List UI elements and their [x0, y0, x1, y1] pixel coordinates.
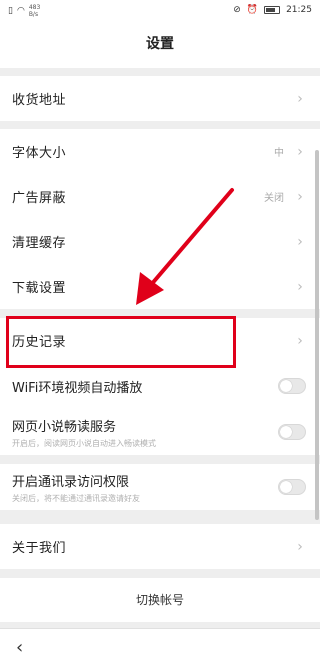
chevron-right-icon: ›: [297, 143, 303, 160]
chevron-right-icon: ›: [297, 332, 303, 349]
row-label: WiFi环境视频自动播放: [12, 380, 143, 396]
network-rate: 483: [28, 4, 41, 11]
row-about-us[interactable]: 关于我们 ›: [0, 524, 320, 569]
row-download-settings[interactable]: 下载设置 ›: [0, 264, 320, 309]
clock: 21:25: [286, 5, 312, 15]
row-font-size[interactable]: 字体大小 中 ›: [0, 129, 320, 174]
chevron-right-icon: ›: [297, 90, 303, 107]
settings-group-about: 关于我们 ›: [0, 524, 320, 569]
row-label: 开启通讯录访问权限: [12, 474, 130, 490]
settings-group-main: 字体大小 中 › 广告屏蔽 关闭 › 清理缓存 › 下载设置 ›: [0, 129, 320, 309]
row-clear-cache[interactable]: 清理缓存 ›: [0, 219, 320, 264]
sim-icon: ▯: [8, 6, 13, 16]
annotation-highlight-box: [6, 316, 236, 368]
row-label: 网页小说畅读服务: [12, 419, 117, 435]
scrollbar[interactable]: [315, 150, 319, 520]
row-novel-reading: 网页小说畅读服务 开启后，阅读网页小说自动进入畅读模式: [0, 409, 320, 455]
settings-group-address: 收货地址 ›: [0, 76, 320, 121]
chevron-right-icon: ›: [297, 233, 303, 250]
row-ad-block[interactable]: 广告屏蔽 关闭 ›: [0, 174, 320, 219]
row-label: 清理缓存: [12, 236, 67, 251]
page-title: 设置: [0, 24, 320, 68]
navigation-bar: ‹: [0, 628, 320, 665]
row-value: 中: [274, 148, 284, 159]
row-contacts-permission: 开启通讯录访问权限 关闭后，将不能通过通讯录邀请好友: [0, 464, 320, 510]
alarm-icon: ⏰: [246, 5, 259, 15]
novel-reading-toggle[interactable]: [278, 424, 306, 440]
nfc-icon: ⊘: [233, 5, 241, 15]
battery-icon: [264, 6, 281, 14]
row-label: 关于我们: [12, 541, 67, 556]
switch-account-button[interactable]: 切换帐号: [0, 578, 320, 622]
wifi-autoplay-toggle[interactable]: [278, 378, 306, 394]
row-label: 收货地址: [12, 93, 67, 108]
row-subtitle: 关闭后，将不能通过通讯录邀请好友: [12, 493, 140, 503]
row-shipping-address[interactable]: 收货地址 ›: [0, 76, 320, 121]
wifi-icon: ◠: [16, 6, 25, 16]
status-bar: ▯ ◠ 483 B/s ⊘ ⏰ 21:25: [0, 0, 320, 24]
network-unit: B/s: [28, 11, 39, 18]
chevron-right-icon: ›: [297, 188, 303, 205]
row-label: 字体大小: [12, 146, 67, 161]
chevron-right-icon: ›: [297, 538, 303, 555]
row-label: 下载设置: [12, 281, 67, 296]
row-label: 广告屏蔽: [12, 191, 67, 206]
settings-group-contacts: 开启通讯录访问权限 关闭后，将不能通过通讯录邀请好友: [0, 464, 320, 510]
chevron-right-icon: ›: [297, 278, 303, 295]
back-icon[interactable]: ‹: [16, 637, 23, 658]
contacts-permission-toggle[interactable]: [278, 479, 306, 495]
row-subtitle: 开启后，阅读网页小说自动进入畅读模式: [12, 438, 156, 448]
row-value: 关闭: [264, 193, 284, 204]
network-speed: 483 B/s: [29, 4, 40, 18]
row-wifi-autoplay: WiFi环境视频自动播放: [0, 363, 320, 409]
